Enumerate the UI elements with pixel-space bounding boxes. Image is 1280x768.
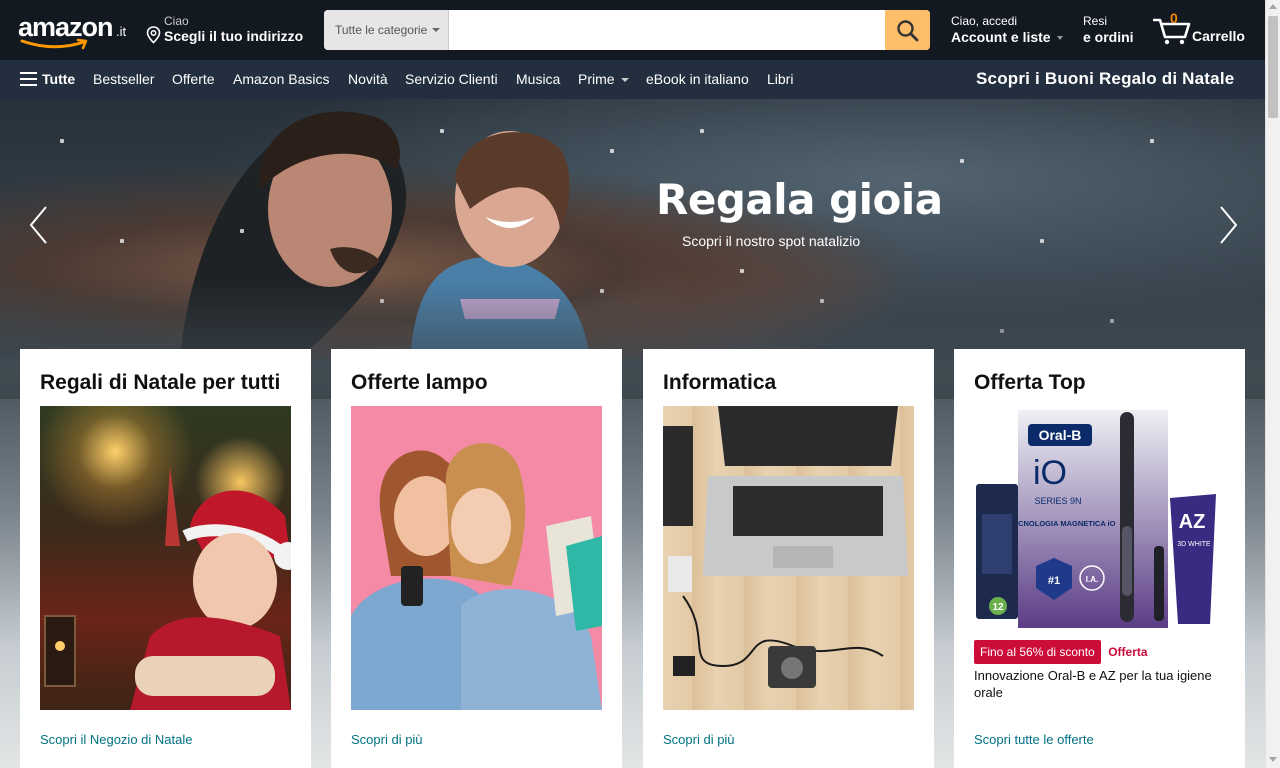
deliver-to-address[interactable]: Ciao Scegli il tuo indirizzo — [146, 14, 310, 48]
carousel-next-arrow-icon[interactable] — [1215, 203, 1241, 247]
hero-subtitle[interactable]: Scopri il nostro spot natalizio — [682, 233, 860, 249]
nav-libri[interactable]: Libri — [767, 71, 793, 87]
card-link[interactable]: Scopri il Negozio di Natale — [40, 732, 192, 747]
search-category-select[interactable]: Tutte le categorie — [324, 10, 449, 50]
search-icon — [897, 20, 919, 42]
card-offerte-lampo: Offerte lampo Scopri di più — [331, 349, 622, 768]
logo-tld: .it — [116, 24, 127, 39]
search-category-label: Tutte le categorie — [335, 23, 428, 37]
nav-prime: Prime — [578, 71, 615, 87]
oral-b-bundle-illustration: Oral-B iO SERIES 9N TECNOLOGIA MAGNETICA… — [976, 410, 1216, 628]
nav-bestseller[interactable]: Bestseller — [93, 71, 154, 87]
deal-badge-row: Fino al 56% di sconto Offerta — [974, 640, 1148, 664]
nav-prime-menu[interactable]: Prime — [578, 71, 629, 87]
hamburger-menu-icon — [20, 72, 37, 86]
product-tech-text: TECNOLOGIA MAGNETICA iO — [1009, 519, 1116, 528]
card-image[interactable] — [351, 406, 602, 710]
two-women-shopping-illustration — [351, 443, 602, 710]
discount-badge: Fino al 56% di sconto — [974, 640, 1101, 664]
cart-button[interactable]: 0 Carrello — [1153, 10, 1249, 46]
product-model-text: iO — [1033, 454, 1067, 492]
location-pin-icon — [146, 26, 161, 44]
card-title: Regali di Natale per tutti — [40, 371, 281, 394]
card-title: Informatica — [663, 371, 777, 394]
card-title: Offerte lampo — [351, 371, 488, 394]
account-label-row: Account e liste — [951, 29, 1063, 45]
hero-title: Regala gioia — [656, 175, 943, 224]
carousel-prev-arrow-icon[interactable] — [26, 203, 52, 247]
account-label: Account e liste — [951, 29, 1051, 45]
account-and-lists[interactable]: Ciao, accedi Account e liste — [951, 14, 1063, 48]
scrollbar-thumb[interactable] — [1268, 16, 1278, 118]
page-scrollbar[interactable] — [1265, 0, 1280, 768]
card-link[interactable]: Scopri tutte le offerte — [974, 732, 1094, 747]
search-bar: Tutte le categorie — [324, 10, 930, 50]
card-link[interactable]: Scopri di più — [351, 732, 423, 747]
caret-down-icon — [432, 28, 440, 32]
card-link[interactable]: Scopri di più — [663, 732, 735, 747]
deliver-greeting: Ciao — [164, 14, 189, 28]
nav-ebook-italiano[interactable]: eBook in italiano — [646, 71, 749, 87]
product-rank-text: #1 — [1048, 575, 1060, 587]
cart-label: Carrello — [1192, 28, 1245, 44]
card-image[interactable] — [663, 406, 914, 710]
card-image[interactable] — [40, 406, 291, 710]
top-header: amazon .it Ciao Scegli il tuo indirizzo … — [0, 0, 1265, 60]
card-informatica: Informatica Scopri di più — [643, 349, 934, 768]
all-menu-label: Tutte — [42, 71, 76, 87]
search-button[interactable] — [885, 10, 930, 50]
product-az-sub-text: 3D WHITE — [1177, 541, 1211, 548]
nav-offerte[interactable]: Offerte — [172, 71, 215, 87]
returns-and-orders[interactable]: Resi e ordini — [1083, 14, 1134, 45]
orders-line-2: e ordini — [1083, 29, 1134, 45]
caret-down-icon — [1056, 36, 1063, 41]
card-regali-natale: Regali di Natale per tutti Scopri il Neg… — [20, 349, 311, 768]
product-brand-text: Oral-B — [1039, 427, 1082, 443]
gift-card-promo-link[interactable]: Scopri i Buoni Regalo di Natale — [976, 69, 1234, 89]
smile-arrow-icon — [20, 38, 88, 50]
card-offerta-top: Offerta Top Oral-B iO SERIES 9N TECNOLOG… — [954, 349, 1245, 768]
amazon-logo[interactable]: amazon .it — [16, 12, 132, 50]
orders-line-1: Resi — [1083, 14, 1108, 28]
nav-novita[interactable]: Novità — [348, 71, 388, 87]
nav-servizio-clienti[interactable]: Servizio Clienti — [405, 71, 498, 87]
product-ia-text: I.A. — [1086, 575, 1098, 584]
account-greeting: Ciao, accedi — [951, 14, 1018, 28]
nav-musica[interactable]: Musica — [516, 71, 560, 87]
product-heads-text: 12 — [992, 602, 1004, 613]
deliver-address-label: Scegli il tuo indirizzo — [164, 28, 304, 44]
laptop-desk-illustration — [663, 406, 908, 688]
deal-description[interactable]: Innovazione Oral-B e AZ per la tua igien… — [974, 667, 1224, 701]
nav-amazon-basics[interactable]: Amazon Basics — [233, 71, 329, 87]
product-az-text: AZ — [1179, 511, 1206, 533]
caret-down-icon — [620, 78, 629, 83]
card-title: Offerta Top — [974, 371, 1086, 394]
cart-count: 0 — [1170, 10, 1178, 26]
scroll-up-arrow-icon[interactable] — [1269, 4, 1277, 9]
sub-navigation: Tutte Bestseller Offerte Amazon Basics N… — [0, 60, 1265, 99]
product-series-text: SERIES 9N — [1034, 496, 1081, 506]
scroll-down-arrow-icon[interactable] — [1269, 757, 1277, 762]
deal-label: Offerta — [1108, 645, 1148, 659]
search-input[interactable] — [449, 10, 885, 50]
christmas-girl-illustration — [44, 466, 291, 710]
oral-b-product-image[interactable]: Oral-B iO SERIES 9N TECNOLOGIA MAGNETICA… — [974, 406, 1225, 632]
